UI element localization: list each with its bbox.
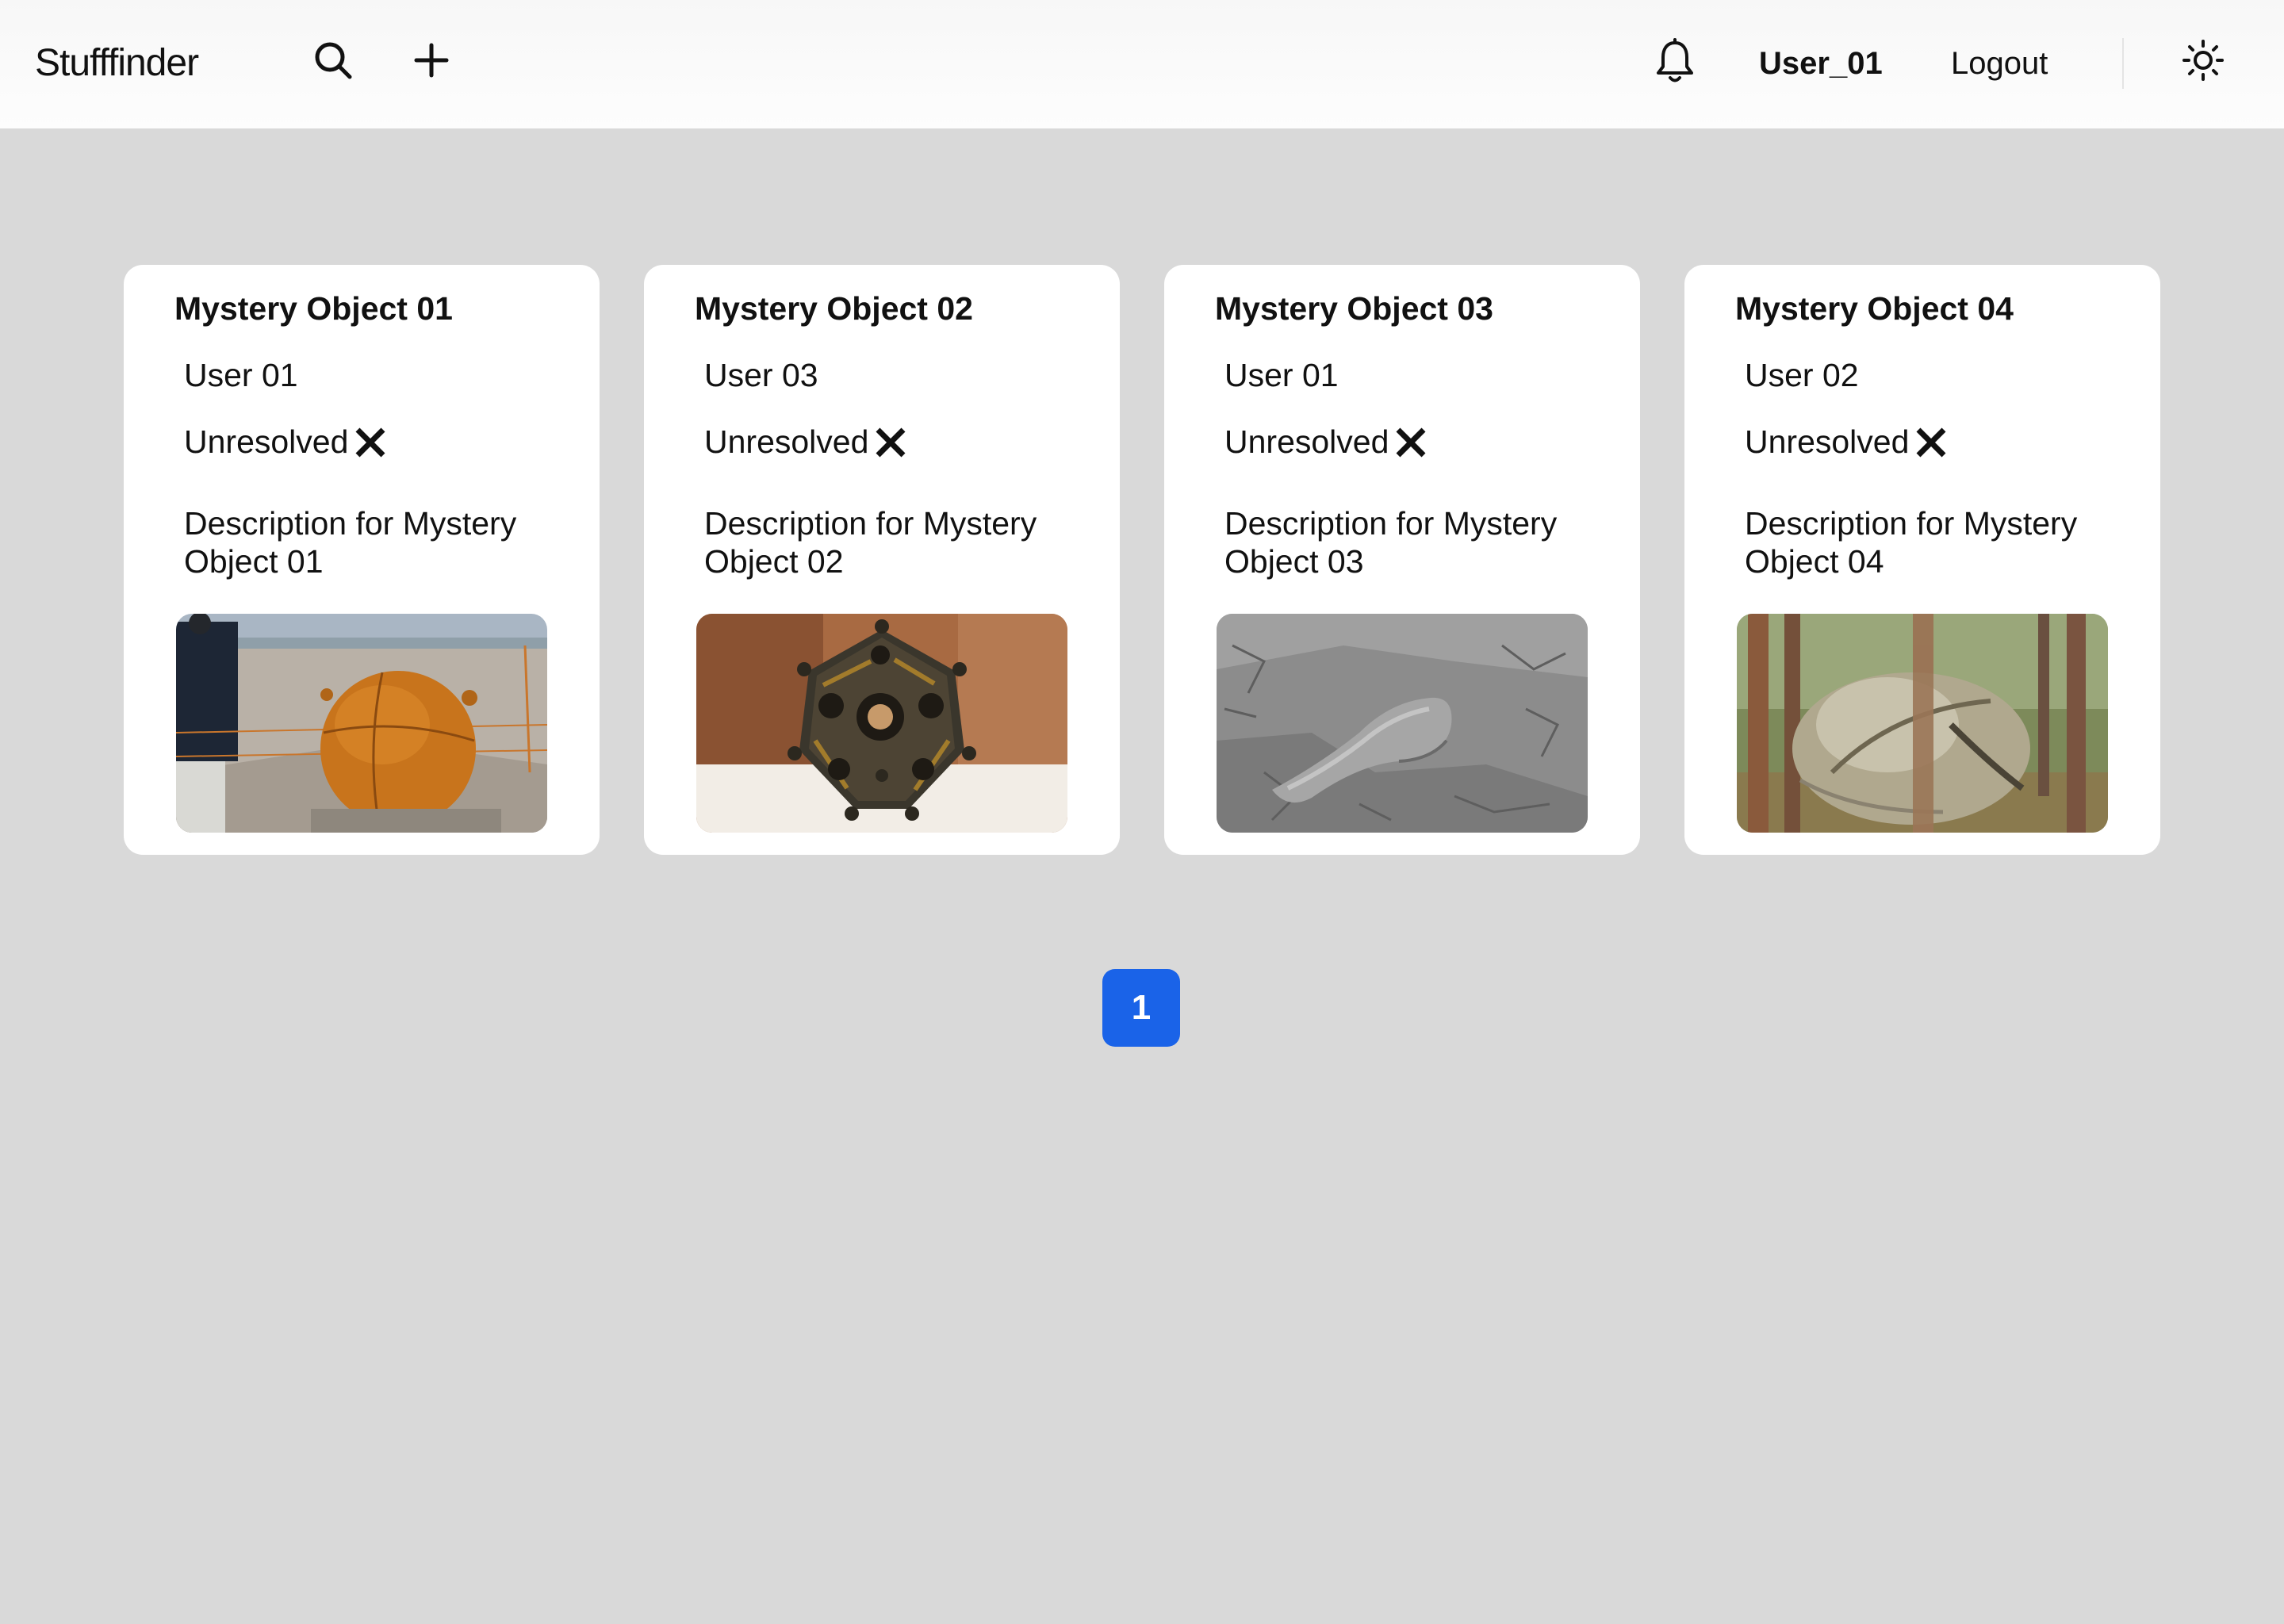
- card-user: User 03: [704, 357, 818, 393]
- forest-sphere-image[interactable]: [1737, 614, 2108, 833]
- sun-icon: [2182, 40, 2224, 81]
- object-card-grid: Mystery Object 01 User 01 Unresolved Des…: [124, 265, 2160, 855]
- status-label: Unresolved: [1224, 423, 1389, 460]
- object-card[interactable]: Mystery Object 04 User 02 Unresolved Des…: [1684, 265, 2160, 855]
- dodecahedron-image[interactable]: [696, 614, 1067, 833]
- card-title[interactable]: Mystery Object 04: [1735, 290, 2014, 327]
- card-status: Unresolved: [704, 423, 908, 461]
- status-label: Unresolved: [1745, 423, 1910, 460]
- notifications-button[interactable]: [1650, 35, 1700, 89]
- card-status: Unresolved: [1224, 423, 1428, 461]
- card-status: Unresolved: [1745, 423, 1949, 461]
- current-user-link[interactable]: User_01: [1759, 46, 1883, 82]
- search-icon: [315, 42, 352, 79]
- brand-logo[interactable]: Stufffinder: [35, 41, 199, 85]
- status-label: Unresolved: [184, 423, 349, 460]
- card-description: Description for Mystery Object 01: [184, 505, 517, 580]
- x-icon: [1396, 427, 1426, 457]
- status-label: Unresolved: [704, 423, 869, 460]
- search-button[interactable]: [308, 35, 358, 86]
- card-title[interactable]: Mystery Object 03: [1215, 290, 1493, 327]
- theme-toggle-button[interactable]: [2178, 35, 2228, 86]
- bell-icon: [1657, 38, 1693, 82]
- x-icon: [876, 427, 906, 457]
- object-card[interactable]: Mystery Object 01 User 01 Unresolved Des…: [124, 265, 600, 855]
- x-icon: [355, 427, 385, 457]
- card-description: Description for Mystery Object 02: [704, 505, 1037, 580]
- object-card[interactable]: Mystery Object 03 User 01 Unresolved Des…: [1164, 265, 1640, 855]
- plus-icon: [414, 43, 449, 78]
- pagination-page-button[interactable]: 1: [1102, 969, 1180, 1047]
- rusty-sphere-beach-image[interactable]: [176, 614, 547, 833]
- card-title[interactable]: Mystery Object 02: [695, 290, 973, 327]
- card-user: User 01: [1224, 357, 1339, 393]
- card-description: Description for Mystery Object 04: [1745, 505, 2078, 580]
- card-user: User 01: [184, 357, 298, 393]
- card-description: Description for Mystery Object 03: [1224, 505, 1558, 580]
- card-title[interactable]: Mystery Object 01: [174, 290, 453, 327]
- card-user: User 02: [1745, 357, 1859, 393]
- grayscale-object-image[interactable]: [1217, 614, 1588, 833]
- top-navbar: Stufffinder User_01 Logout: [0, 0, 2284, 128]
- object-card[interactable]: Mystery Object 02 User 03 Unresolved Des…: [644, 265, 1120, 855]
- header-divider: [2122, 38, 2124, 89]
- x-icon: [1916, 427, 1946, 457]
- card-status: Unresolved: [184, 423, 388, 461]
- add-item-button[interactable]: [406, 35, 457, 86]
- logout-link[interactable]: Logout: [1951, 46, 2048, 82]
